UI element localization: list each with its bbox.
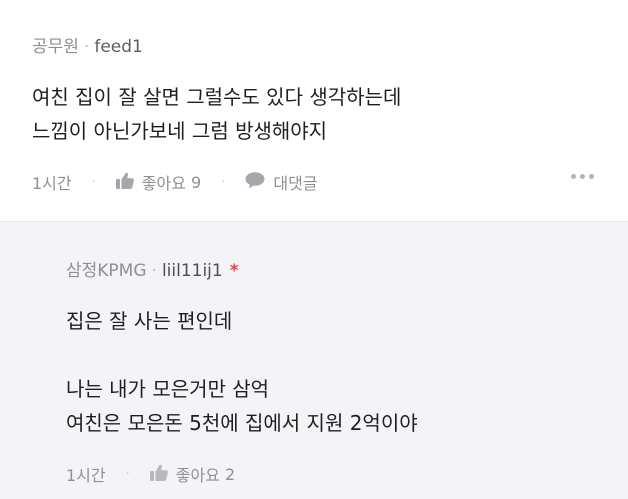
like-label: 좋아요	[141, 174, 186, 193]
more-horizontal-icon	[580, 174, 585, 179]
thumbs-up-icon	[149, 464, 168, 485]
reply: 삼정KPMG · liil11ij1 * 집은 잘 사는 편인데 나는 내가 모은거만…	[0, 222, 628, 499]
more-horizontal-icon	[571, 174, 576, 179]
reply-button[interactable]: 대댓글	[245, 170, 318, 194]
more-horizontal-icon	[589, 174, 594, 179]
meta-separator: ·	[151, 261, 157, 281]
comment-meta: 공무원 · feed1	[32, 36, 143, 58]
comment-author[interactable]: 공무원	[32, 37, 79, 57]
reply-meta: 삼정KPMG · liil11ij1 *	[66, 260, 239, 282]
comment-actions: 1시간 · 좋아요 9 · 대댓글	[32, 170, 318, 194]
comment-thread: 공무원 · feed1 여친 집이 잘 살면 그럴수도 있다 생각하는데 느낌이 아…	[0, 0, 628, 499]
comment-body: 여친 집이 잘 살면 그럴수도 있다 생각하는데 느낌이 아닌가보네 그럼 방생…	[32, 80, 401, 148]
like-button[interactable]: 좋아요 9	[115, 170, 202, 194]
reply-author[interactable]: 삼정KPMG	[66, 261, 147, 281]
reply-line: 나는 내가 모은거만 삼억	[66, 377, 270, 401]
reply-label: 대댓글	[273, 174, 318, 193]
reply-time: 1시간	[66, 466, 106, 485]
reply-body: 집은 잘 사는 편인데 나는 내가 모은거만 삼억 여친은 모은돈 5천에 집에…	[66, 304, 418, 440]
like-count: 9	[191, 172, 202, 192]
reply-user-id: liil11ij1	[161, 261, 223, 281]
comment-time: 1시간	[32, 174, 72, 193]
like-label: 좋아요	[175, 466, 220, 485]
action-separator: ·	[221, 174, 226, 190]
reply-line: 집은 잘 사는 편인데	[66, 309, 233, 333]
action-separator: ·	[91, 174, 96, 190]
comment-user-id: feed1	[94, 37, 143, 57]
speech-bubble-icon	[245, 171, 265, 193]
comment-line: 느낌이 아닌가보네 그럼 방생해야지	[32, 119, 328, 143]
more-options-button[interactable]	[571, 174, 594, 179]
comment: 공무원 · feed1 여친 집이 잘 살면 그럴수도 있다 생각하는데 느낌이 아…	[0, 0, 628, 222]
like-count: 2	[225, 464, 236, 484]
author-badge: *	[229, 261, 239, 281]
reply-line: 여친은 모은돈 5천에 집에서 지원 2억이야	[66, 411, 418, 435]
reply-like-button[interactable]: 좋아요 2	[149, 462, 236, 486]
thumbs-up-icon	[115, 172, 134, 193]
reply-actions: 1시간 · 좋아요 2	[66, 462, 235, 486]
comment-line: 여친 집이 잘 살면 그럴수도 있다 생각하는데	[32, 85, 402, 109]
meta-separator: ·	[83, 37, 90, 57]
action-separator: ·	[125, 466, 130, 482]
